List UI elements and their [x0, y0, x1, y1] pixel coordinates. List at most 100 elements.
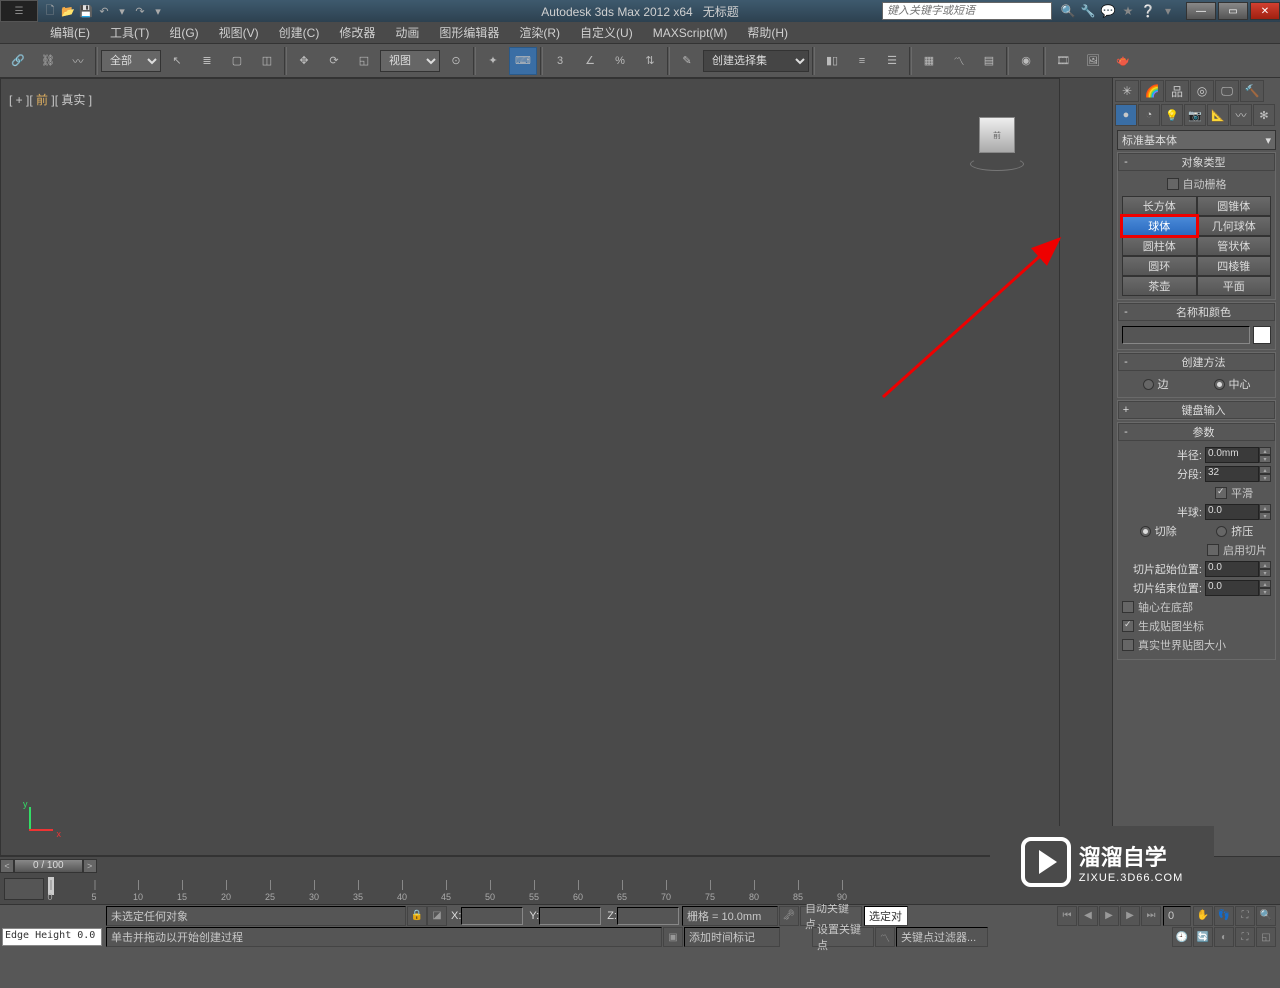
menu-maxscript[interactable]: MAXScript(M)	[643, 24, 738, 42]
close-button[interactable]: ✕	[1250, 2, 1280, 20]
menu-modifiers[interactable]: 修改器	[329, 22, 385, 43]
prev-frame-icon[interactable]: <	[0, 859, 14, 873]
help-dd-icon[interactable]: ▾	[1160, 3, 1176, 19]
y-input[interactable]	[539, 907, 601, 925]
fov-icon[interactable]: ◐	[1214, 927, 1234, 947]
spin-up-icon[interactable]: ▴	[1259, 504, 1271, 512]
slice-on-checkbox[interactable]	[1207, 544, 1219, 556]
spin-down-icon[interactable]: ▾	[1259, 474, 1271, 482]
align-icon[interactable]: ≡	[848, 47, 876, 75]
time-slider-thumb[interactable]: 0 / 100	[14, 859, 83, 873]
next-key-icon[interactable]: ▶	[1120, 906, 1140, 926]
menu-rendering[interactable]: 渲染(R)	[509, 22, 570, 43]
obj-plane-button[interactable]: 平面	[1197, 276, 1272, 296]
rollout-header[interactable]: - 名称和颜色	[1118, 303, 1275, 321]
window-crossing-icon[interactable]: ◫	[253, 47, 281, 75]
pan-icon[interactable]: ✋	[1193, 906, 1213, 926]
spin-up-icon[interactable]: ▴	[1259, 561, 1271, 569]
unlink-icon[interactable]: ⛓	[34, 47, 62, 75]
select-by-name-icon[interactable]: ≣	[193, 47, 221, 75]
redo-icon[interactable]: ↷	[132, 3, 148, 19]
rollout-header[interactable]: - 创建方法	[1118, 353, 1275, 371]
rollout-header[interactable]: - 对象类型	[1118, 153, 1275, 171]
open-icon[interactable]: 📂	[60, 3, 76, 19]
manipulate-icon[interactable]: ✦	[479, 47, 507, 75]
prev-key-icon[interactable]: ◀	[1078, 906, 1098, 926]
keyboard-shortcut-icon[interactable]: ⌨	[509, 47, 537, 75]
slice-from-input[interactable]: 0.0	[1205, 561, 1259, 577]
adaptive-deg-icon[interactable]: 🗝	[779, 906, 799, 926]
tab-modify-icon[interactable]: 🌈	[1140, 80, 1164, 102]
setkey-button[interactable]: 设置关键点	[812, 927, 874, 947]
communication-icon[interactable]: 💬	[1100, 3, 1116, 19]
sub-lights-icon[interactable]: 💡	[1161, 104, 1183, 126]
spin-up-icon[interactable]: ▴	[1259, 580, 1271, 588]
trackbar-toggle-icon[interactable]	[4, 878, 44, 900]
obj-teapot-button[interactable]: 茶壶	[1122, 276, 1197, 296]
viewport-label[interactable]: [ + ][ 前 ][ 真实 ]	[9, 91, 92, 108]
obj-pyramid-button[interactable]: 四棱锥	[1197, 256, 1272, 276]
obj-sphere-button[interactable]: 球体	[1122, 216, 1197, 236]
selection-filter[interactable]: 全部	[101, 50, 161, 72]
obj-cylinder-button[interactable]: 圆柱体	[1122, 236, 1197, 256]
sub-cameras-icon[interactable]: 📷	[1184, 104, 1206, 126]
percent-snap-icon[interactable]: %	[606, 47, 634, 75]
menu-customize[interactable]: 自定义(U)	[570, 22, 643, 43]
menu-group[interactable]: 组(G)	[159, 22, 208, 43]
lock-selection-icon[interactable]: 🔒	[407, 906, 427, 926]
rollout-header[interactable]: + 键盘输入	[1118, 401, 1275, 419]
orbit-icon[interactable]: 🔄	[1193, 927, 1213, 947]
walk-icon[interactable]: 👣	[1214, 906, 1234, 926]
tab-motion-icon[interactable]: ◎	[1190, 80, 1214, 102]
sub-shapes-icon[interactable]: ◔	[1138, 104, 1160, 126]
obj-box-button[interactable]: 长方体	[1122, 196, 1197, 216]
object-color-swatch[interactable]	[1253, 326, 1271, 344]
tab-utilities-icon[interactable]: 🔨	[1240, 80, 1264, 102]
spin-up-icon[interactable]: ▴	[1259, 466, 1271, 474]
mirror-icon[interactable]: ▮▯	[818, 47, 846, 75]
add-time-tag[interactable]: 添加时间标记	[684, 927, 780, 947]
favorites-icon[interactable]: ★	[1120, 3, 1136, 19]
obj-tube-button[interactable]: 管状体	[1197, 236, 1272, 256]
app-icon[interactable]: ☰	[0, 0, 38, 22]
menu-graph-editors[interactable]: 图形编辑器	[429, 22, 509, 43]
undo-icon[interactable]: ↶	[96, 3, 112, 19]
redo-dd-icon[interactable]: ▾	[150, 3, 166, 19]
spin-down-icon[interactable]: ▾	[1259, 588, 1271, 596]
menu-tools[interactable]: 工具(T)	[100, 22, 159, 43]
key-mode-icon[interactable]: 〽	[875, 927, 895, 947]
play-icon[interactable]: ▶	[1099, 906, 1119, 926]
object-name-input[interactable]	[1122, 326, 1250, 344]
key-filters-button[interactable]: 关键点过滤器...	[896, 927, 988, 947]
viewcube[interactable]: 前	[965, 113, 1029, 177]
current-frame-input[interactable]: 0	[1163, 906, 1191, 926]
curve-editor-icon[interactable]: 〽	[945, 47, 973, 75]
maximize-vp-icon[interactable]: ⛶	[1235, 927, 1255, 947]
menu-edit[interactable]: 编辑(E)	[40, 22, 100, 43]
sub-systems-icon[interactable]: ✻	[1253, 104, 1275, 126]
search-icon[interactable]: 🔍	[1060, 3, 1076, 19]
region-rect-icon[interactable]: ▢	[223, 47, 251, 75]
render-setup-icon[interactable]: 🎞	[1049, 47, 1077, 75]
tab-hierarchy-icon[interactable]: 品	[1165, 80, 1189, 102]
ref-coord-system[interactable]: 视图	[380, 50, 440, 72]
slice-to-input[interactable]: 0.0	[1205, 580, 1259, 596]
layers-icon[interactable]: ☰	[878, 47, 906, 75]
rendered-frame-icon[interactable]: 🖼	[1079, 47, 1107, 75]
edge-radio[interactable]	[1143, 379, 1154, 390]
segments-input[interactable]: 32	[1205, 466, 1259, 482]
save-icon[interactable]: 💾	[78, 3, 94, 19]
primitive-category-dropdown[interactable]: 标准基本体▾	[1117, 130, 1276, 150]
undo-dd-icon[interactable]: ▾	[114, 3, 130, 19]
spin-up-icon[interactable]: ▴	[1259, 447, 1271, 455]
spin-down-icon[interactable]: ▾	[1259, 569, 1271, 577]
edit-named-sel-icon[interactable]: ✎	[673, 47, 701, 75]
squash-radio[interactable]	[1216, 526, 1227, 537]
render-icon[interactable]: 🫖	[1109, 47, 1137, 75]
minimize-button[interactable]: —	[1186, 2, 1216, 20]
named-selection-set[interactable]: 创建选择集	[703, 50, 809, 72]
sub-spacewarps-icon[interactable]: 〰	[1230, 104, 1252, 126]
menu-animation[interactable]: 动画	[385, 22, 429, 43]
tab-display-icon[interactable]: 🖵	[1215, 80, 1239, 102]
goto-end-icon[interactable]: ⏭	[1141, 906, 1161, 926]
